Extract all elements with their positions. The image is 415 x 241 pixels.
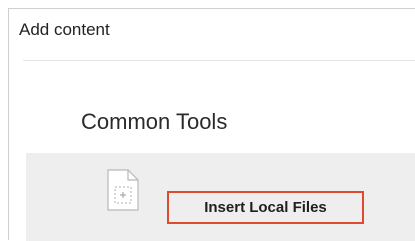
panel-title: Add content [19, 20, 110, 39]
tool-row-insert-local-files[interactable]: Insert Local Files [26, 153, 415, 241]
title-divider [23, 60, 415, 61]
add-content-panel: Add content Common Tools Insert Local Fi… [8, 8, 415, 241]
section-title-common-tools: Common Tools [81, 109, 228, 134]
insert-local-files-button[interactable]: Insert Local Files [167, 191, 364, 224]
file-add-icon [106, 168, 140, 212]
